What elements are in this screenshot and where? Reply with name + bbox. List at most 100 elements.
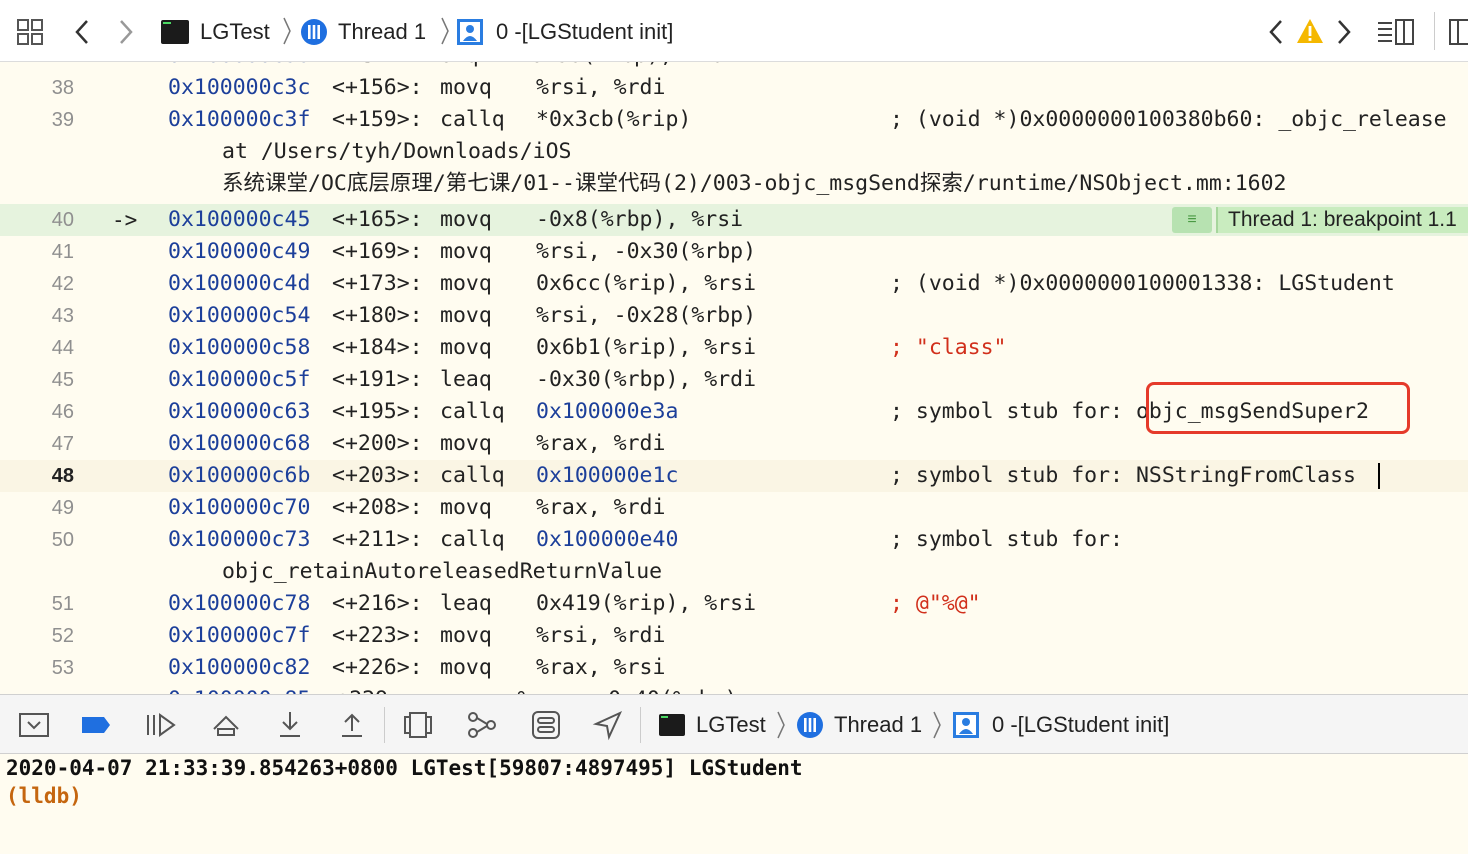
- hide-debug-area-icon[interactable]: [18, 709, 50, 741]
- disassembly-row[interactable]: 52 0x100000c7f <+223>: movq %rsi, %rdi: [0, 620, 1468, 652]
- instruction-comment: ; symbol stub for: objc_msgSendSuper2: [890, 399, 1369, 424]
- instruction-address: 0x100000c6b: [168, 463, 311, 488]
- next-issue-icon[interactable]: [1334, 18, 1354, 46]
- instruction-address: 0x100000c5f: [168, 367, 311, 392]
- instruction-operands: %rsi, -0x28(%rbp): [536, 303, 757, 328]
- instruction-offset: <+216>:: [332, 591, 423, 616]
- debug-bar: LGTest Thread 1 0 -[LGStudent init]: [0, 694, 1468, 754]
- instruction-offset: <+208>:: [332, 495, 423, 520]
- disassembly-row[interactable]: 53 0x100000c82 <+226>: movq %rax, %rsi: [0, 652, 1468, 684]
- environment-overrides-icon[interactable]: [530, 709, 562, 741]
- disassembly-row[interactable]: 39 0x100000c3f <+159>: callq *0x3cb(%rip…: [0, 104, 1468, 136]
- disassembly-row[interactable]: 51 0x100000c78 <+216>: leaq 0x419(%rip),…: [0, 588, 1468, 620]
- instruction-opcode: movq: [440, 655, 492, 680]
- instruction-operands: -0x30(%rbp), %rdi: [536, 367, 757, 392]
- instruction-opcode: callq: [440, 527, 505, 552]
- disassembly-row[interactable]: 42 0x100000c4d <+173>: movq 0x6cc(%rip),…: [0, 268, 1468, 300]
- path-separator-icon: [283, 17, 291, 45]
- instruction-offset: <+195>:: [332, 399, 423, 424]
- disassembly-row-cursor-line[interactable]: 48 0x100000c6b <+203>: callq 0x100000e1c…: [0, 460, 1468, 492]
- debug-bar-thread-label: Thread 1: [834, 712, 923, 737]
- disassembly-row-current-pc[interactable]: 40 -> 0x100000c45 <+165>: movq -0x8(%rbp…: [0, 204, 1468, 236]
- simulate-location-icon[interactable]: [592, 709, 624, 741]
- line-number: 38: [51, 77, 74, 99]
- debug-bar-project[interactable]: LGTest: [658, 712, 766, 738]
- thread-icon: [797, 712, 823, 738]
- breakpoints-toggle-icon[interactable]: [80, 709, 112, 741]
- breakpoint-annotation[interactable]: Thread 1: breakpoint 1.1: [1216, 207, 1468, 233]
- view-debugger-icon[interactable]: [402, 709, 434, 741]
- editor-options-icon[interactable]: [1376, 18, 1416, 46]
- line-number: 39: [51, 109, 74, 131]
- instruction-address: 0x100000c45: [168, 207, 311, 232]
- instruction-address: 0x100000c4d: [168, 271, 311, 296]
- add-editor-icon[interactable]: [1448, 18, 1468, 46]
- warning-icon[interactable]: [1296, 18, 1324, 44]
- disassembly-row[interactable]: 46 0x100000c63 <+195>: callq 0x100000e3a…: [0, 396, 1468, 428]
- related-items-icon[interactable]: [16, 18, 44, 46]
- text-cursor: [1378, 463, 1380, 489]
- debug-bar-project-label: LGTest: [696, 712, 766, 737]
- instruction-comment-string: ; @"%@": [890, 591, 981, 616]
- disassembly-row[interactable]: 45 0x100000c5f <+191>: leaq -0x30(%rbp),…: [0, 364, 1468, 396]
- lldb-prompt[interactable]: (lldb): [6, 782, 82, 810]
- instruction-opcode: movq: [440, 271, 492, 296]
- terminal-app-icon: [161, 20, 189, 44]
- disassembly-view[interactable]: 0x100000c38 <+152>: movq -0x38(%rbp), %r…: [0, 62, 1468, 694]
- instruction-opcode: leaq: [440, 367, 492, 392]
- disassembly-row[interactable]: 43 0x100000c54 <+180>: movq %rsi, -0x28(…: [0, 300, 1468, 332]
- jump-bar-frame[interactable]: 0 -[LGStudent init]: [456, 18, 673, 46]
- line-number: 43: [51, 305, 74, 327]
- disassembly-row[interactable]: 49 0x100000c70 <+208>: movq %rax, %rdi: [0, 492, 1468, 524]
- instruction-opcode: callq: [440, 463, 505, 488]
- debug-bar-thread[interactable]: Thread 1: [796, 711, 922, 739]
- instruction-operands: 0x100000e40: [536, 527, 679, 552]
- line-number: 42: [51, 273, 74, 295]
- instruction-offset: <+223>:: [332, 623, 423, 648]
- instruction-address: 0x100000c82: [168, 655, 311, 680]
- instruction-opcode: movq: [440, 623, 492, 648]
- instruction-operands: %rax, %rdi: [536, 431, 666, 456]
- instruction-comment: ; (void *)0x0000000100380b60: _objc_rele…: [890, 107, 1447, 132]
- memory-graph-icon[interactable]: [466, 709, 498, 741]
- disassembly-row[interactable]: 50 0x100000c73 <+211>: callq 0x100000e40…: [0, 524, 1468, 556]
- jump-bar-project[interactable]: LGTest: [160, 19, 270, 45]
- disassembly-row[interactable]: 38 0x100000c3c <+156>: movq %rsi, %rdi: [0, 72, 1468, 104]
- debug-bar-frame[interactable]: 0 -[LGStudent init]: [952, 711, 1169, 739]
- disassembly-row[interactable]: 44 0x100000c58 <+184>: movq 0x6b1(%rip),…: [0, 332, 1468, 364]
- jump-bar-project-label: LGTest: [200, 19, 270, 44]
- instruction-offset: <+156>:: [332, 75, 423, 100]
- step-over-icon[interactable]: [210, 709, 242, 741]
- instruction-comment-string: ; "class": [890, 335, 1007, 360]
- instruction-operands: 0x419(%rip), %rsi: [536, 591, 757, 616]
- instruction-opcode: movq: [440, 303, 492, 328]
- stack-frame-user-icon: [457, 19, 483, 45]
- instruction-address: 0x100000c73: [168, 527, 311, 552]
- instruction-opcode: movq: [440, 335, 492, 360]
- path-separator-icon: [933, 711, 941, 739]
- disassembly-continuation: 系统课堂/OC底层原理/第七课/01--课堂代码(2)/003-objc_msg…: [0, 168, 1468, 200]
- disassembly-row[interactable]: 41 0x100000c49 <+169>: movq %rsi, -0x30(…: [0, 236, 1468, 268]
- breakpoint-menu-icon[interactable]: ≡: [1172, 207, 1212, 233]
- comment-continuation: at /Users/tyh/Downloads/iOS: [222, 139, 572, 164]
- line-number: 41: [51, 241, 74, 263]
- previous-issue-icon[interactable]: [1266, 18, 1286, 46]
- continue-icon[interactable]: [144, 709, 176, 741]
- path-separator-icon: [441, 17, 449, 45]
- disassembly-row[interactable]: 47 0x100000c68 <+200>: movq %rax, %rdi: [0, 428, 1468, 460]
- forward-chevron-icon[interactable]: [116, 18, 136, 46]
- instruction-address: 0x100000c54: [168, 303, 311, 328]
- instruction-opcode: callq: [440, 399, 505, 424]
- instruction-address: 0x100000c78: [168, 591, 311, 616]
- step-out-icon[interactable]: [336, 709, 368, 741]
- instruction-offset: <+211>:: [332, 527, 423, 552]
- instruction-address: 0x100000c68: [168, 431, 311, 456]
- step-into-icon[interactable]: [274, 709, 306, 741]
- jump-bar-thread[interactable]: Thread 1: [300, 18, 426, 46]
- debug-console[interactable]: 2020-04-07 21:33:39.854263+0800 LGTest[5…: [0, 754, 1468, 854]
- instruction-address: 0x100000c70: [168, 495, 311, 520]
- jump-bar: LGTest Thread 1 0 -[LGStudent init]: [0, 0, 1468, 62]
- instruction-opcode: callq: [440, 107, 505, 132]
- line-number: 50: [51, 529, 74, 551]
- back-chevron-icon[interactable]: [72, 18, 92, 46]
